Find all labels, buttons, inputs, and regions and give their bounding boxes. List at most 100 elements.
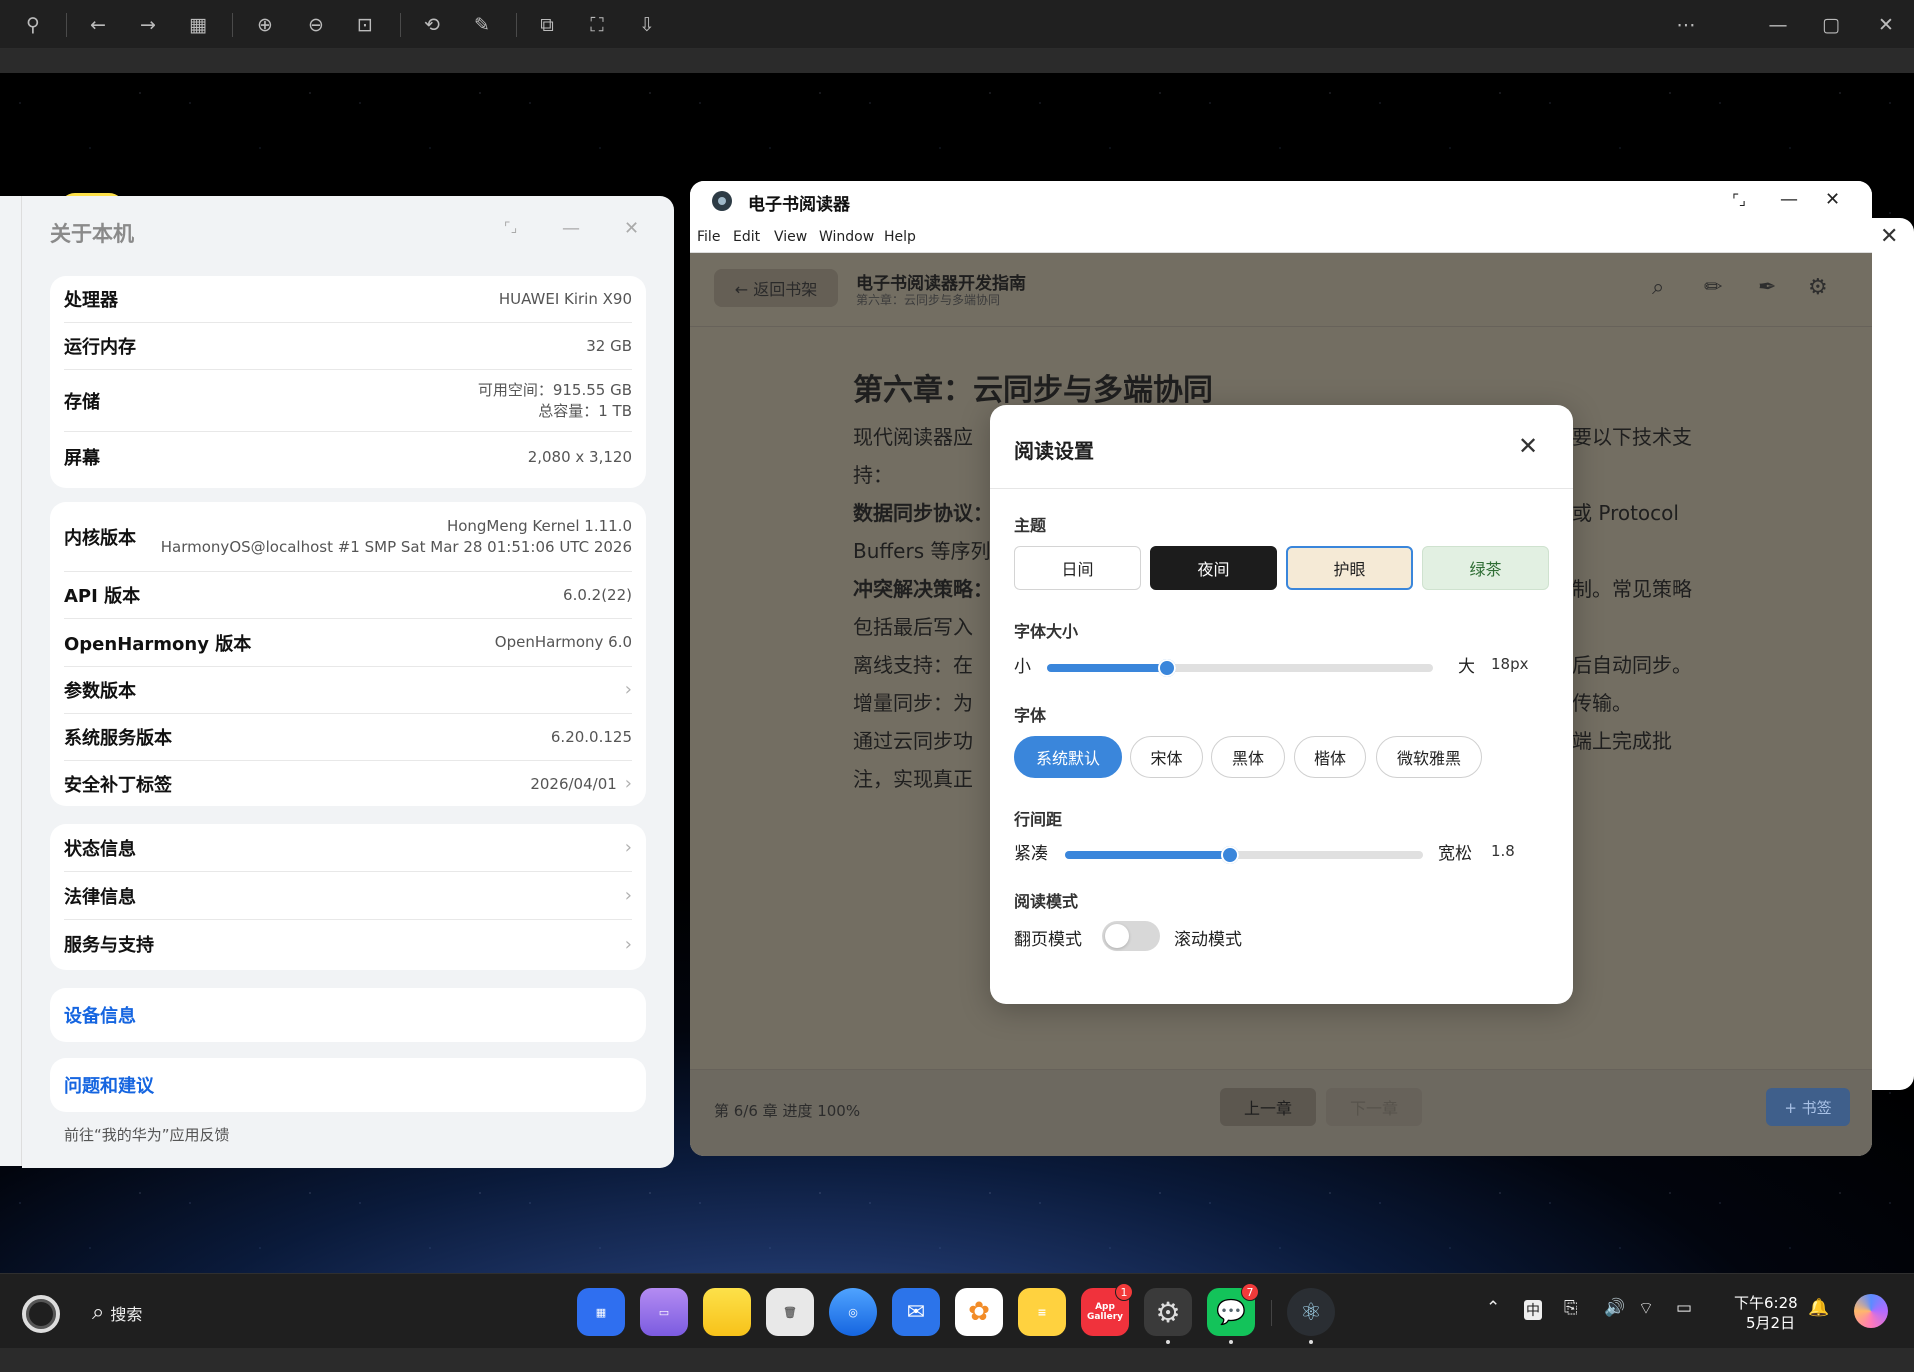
back-to-shelf-button[interactable]: ← 返回书架 [714, 269, 838, 307]
edit-icon[interactable]: ✎ [468, 11, 496, 39]
notification-bell-icon[interactable]: 🔔 [1808, 1298, 1829, 1318]
chevron-right-icon: › [624, 837, 632, 858]
font-kaiti-button[interactable]: 楷体 [1294, 736, 1366, 778]
grid-icon[interactable]: ▦ [184, 11, 212, 39]
assistant-icon[interactable] [1854, 1294, 1888, 1328]
toggle-knob [1105, 924, 1129, 948]
settings-app-icon[interactable]: ⚙ [1144, 1288, 1192, 1336]
row-value: OpenHarmony 6.0 [494, 633, 632, 651]
font-system-default-button[interactable]: 系统默认 [1014, 736, 1122, 778]
patch-date: 2026/04/01 [530, 775, 617, 793]
mail-app-icon[interactable]: ✉ [892, 1288, 940, 1336]
forward-arrow-icon[interactable]: → [134, 11, 162, 39]
multitask-app-icon[interactable]: ▭ [640, 1288, 688, 1336]
extract-icon[interactable]: ⧉ [533, 11, 561, 39]
reading-mode-toggle[interactable] [1102, 921, 1160, 951]
maximize-icon[interactable]: ▢ [1817, 11, 1845, 39]
slider-handle[interactable] [1220, 846, 1239, 864]
electron-app-icon[interactable]: ⚛ [1287, 1288, 1335, 1336]
font-yahei-button[interactable]: 微软雅黑 [1376, 736, 1482, 778]
font-heiti-button[interactable]: 黑体 [1211, 736, 1285, 778]
status-info-row[interactable]: 状态信息 › [64, 824, 632, 872]
info-row: 存储 可用空间：915.55 GB 总容量：1 TB [64, 370, 632, 432]
feedback-link[interactable]: 问题和建议 [64, 1072, 154, 1098]
next-chapter-button[interactable]: 下一章 [1326, 1088, 1422, 1126]
gallery-app-icon[interactable]: ✿ [955, 1288, 1003, 1336]
taskbar-search[interactable]: ⌕ 搜索 [92, 1300, 142, 1325]
theme-day-button[interactable]: 日间 [1014, 546, 1141, 590]
clock-date[interactable]: 5月2日 [1746, 1312, 1795, 1333]
param-version-row[interactable]: 参数版本 › [64, 667, 632, 714]
maximize-icon[interactable]: ⌜⌟ [504, 220, 517, 236]
more-icon[interactable]: ⋯ [1672, 11, 1700, 39]
wifi-icon[interactable]: ⌔ [1638, 1298, 1654, 1319]
service-support-row[interactable]: 服务与支持 › [64, 920, 632, 968]
minimize-icon[interactable]: — [562, 218, 580, 239]
device-info-link[interactable]: 设备信息 [64, 1002, 136, 1028]
notes-app-icon[interactable]: ≡ [1018, 1288, 1066, 1336]
theme-eyecare-button[interactable]: 护眼 [1286, 546, 1413, 590]
close-icon[interactable]: ✕ [1512, 430, 1544, 462]
battery-icon[interactable]: ▭ [1676, 1298, 1692, 1318]
feedback-row[interactable]: 问题和建议 [64, 1058, 632, 1112]
font-songti-button[interactable]: 宋体 [1130, 736, 1203, 778]
page-mode-label: 翻页模式 [1014, 930, 1082, 950]
paragraph-line: 要以下技术支 [1572, 425, 1692, 449]
legal-info-row[interactable]: 法律信息 › [64, 872, 632, 920]
pin-icon[interactable]: ⚲ [19, 11, 47, 39]
launcher-app-icon[interactable]: ▦ [577, 1288, 625, 1336]
close-icon[interactable]: ✕ [1825, 189, 1840, 210]
chevron-up-icon[interactable]: ⌃ [1486, 1298, 1500, 1318]
reading-mode-label: 阅读模式 [1014, 892, 1079, 911]
security-patch-row[interactable]: 安全补丁标签 2026/04/01 › [64, 761, 632, 807]
line-height-slider[interactable] [1065, 846, 1423, 864]
row-value: 32 GB [586, 336, 632, 355]
recycle-bin-icon[interactable]: 🗑 [766, 1288, 814, 1336]
start-button[interactable] [22, 1295, 60, 1333]
font-size-slider[interactable] [1047, 659, 1433, 677]
gear-icon[interactable]: ⚙ [1808, 275, 1828, 300]
search-icon[interactable]: ⌕ [1652, 275, 1664, 300]
close-icon[interactable]: ✕ [1872, 11, 1900, 39]
menu-window[interactable]: Window [819, 229, 874, 245]
background-panel[interactable]: ✕ [1872, 218, 1914, 1090]
feedback-card[interactable]: 问题和建议 [50, 1058, 646, 1112]
save-icon[interactable]: ⇩ [633, 11, 661, 39]
slider-handle[interactable] [1157, 659, 1176, 677]
files-app-icon[interactable] [703, 1288, 751, 1336]
toolbar-divider [232, 13, 233, 37]
menu-edit[interactable]: Edit [733, 229, 760, 245]
reader-header: ← 返回书架 电子书阅读器开发指南 第六章：云同步与多端协同 ⌕ ✏ ✒ ⚙ [690, 253, 1872, 327]
paragraph-line: 包括最后写入 [853, 615, 973, 639]
crop-icon[interactable]: ⛶ [583, 11, 611, 39]
minimize-icon[interactable]: — [1764, 11, 1792, 39]
volume-icon[interactable]: 🔊 [1604, 1298, 1625, 1318]
clock-time[interactable]: 下午6:28 [1734, 1292, 1798, 1313]
clipboard-icon[interactable]: ⎘ [1564, 1298, 1578, 1318]
highlight-icon[interactable]: ✏ [1704, 275, 1722, 300]
line-height-max-label: 宽松 [1438, 844, 1472, 864]
rotate-icon[interactable]: ⟲ [418, 11, 446, 39]
device-info-row[interactable]: 设备信息 [64, 988, 632, 1042]
menu-file[interactable]: File [697, 229, 720, 245]
prev-chapter-button[interactable]: 上一章 [1220, 1088, 1316, 1126]
add-bookmark-button[interactable]: + 书签 [1766, 1088, 1850, 1126]
menu-help[interactable]: Help [884, 229, 916, 245]
zoom-in-icon[interactable]: ⊕ [251, 11, 279, 39]
zoom-out-icon[interactable]: ⊖ [302, 11, 330, 39]
theme-night-button[interactable]: 夜间 [1150, 546, 1277, 590]
actual-size-icon[interactable]: ⊡ [351, 11, 379, 39]
close-icon[interactable]: ✕ [1880, 224, 1898, 249]
input-method-indicator[interactable]: 中 [1524, 1300, 1542, 1320]
close-icon[interactable]: ✕ [624, 218, 639, 239]
device-info-card[interactable]: 设备信息 [50, 988, 646, 1042]
row-value: 6.0.2(22) [563, 585, 632, 604]
maximize-icon[interactable]: ⌜⌟ [1732, 191, 1746, 209]
pen-icon[interactable]: ✒ [1758, 275, 1776, 300]
browser-app-icon[interactable]: ◎ [829, 1288, 877, 1336]
font-size-value: 18px [1491, 655, 1529, 673]
theme-greentea-button[interactable]: 绿茶 [1422, 546, 1549, 590]
menu-view[interactable]: View [774, 229, 807, 245]
minimize-icon[interactable]: — [1780, 189, 1798, 210]
back-arrow-icon[interactable]: ← [84, 11, 112, 39]
